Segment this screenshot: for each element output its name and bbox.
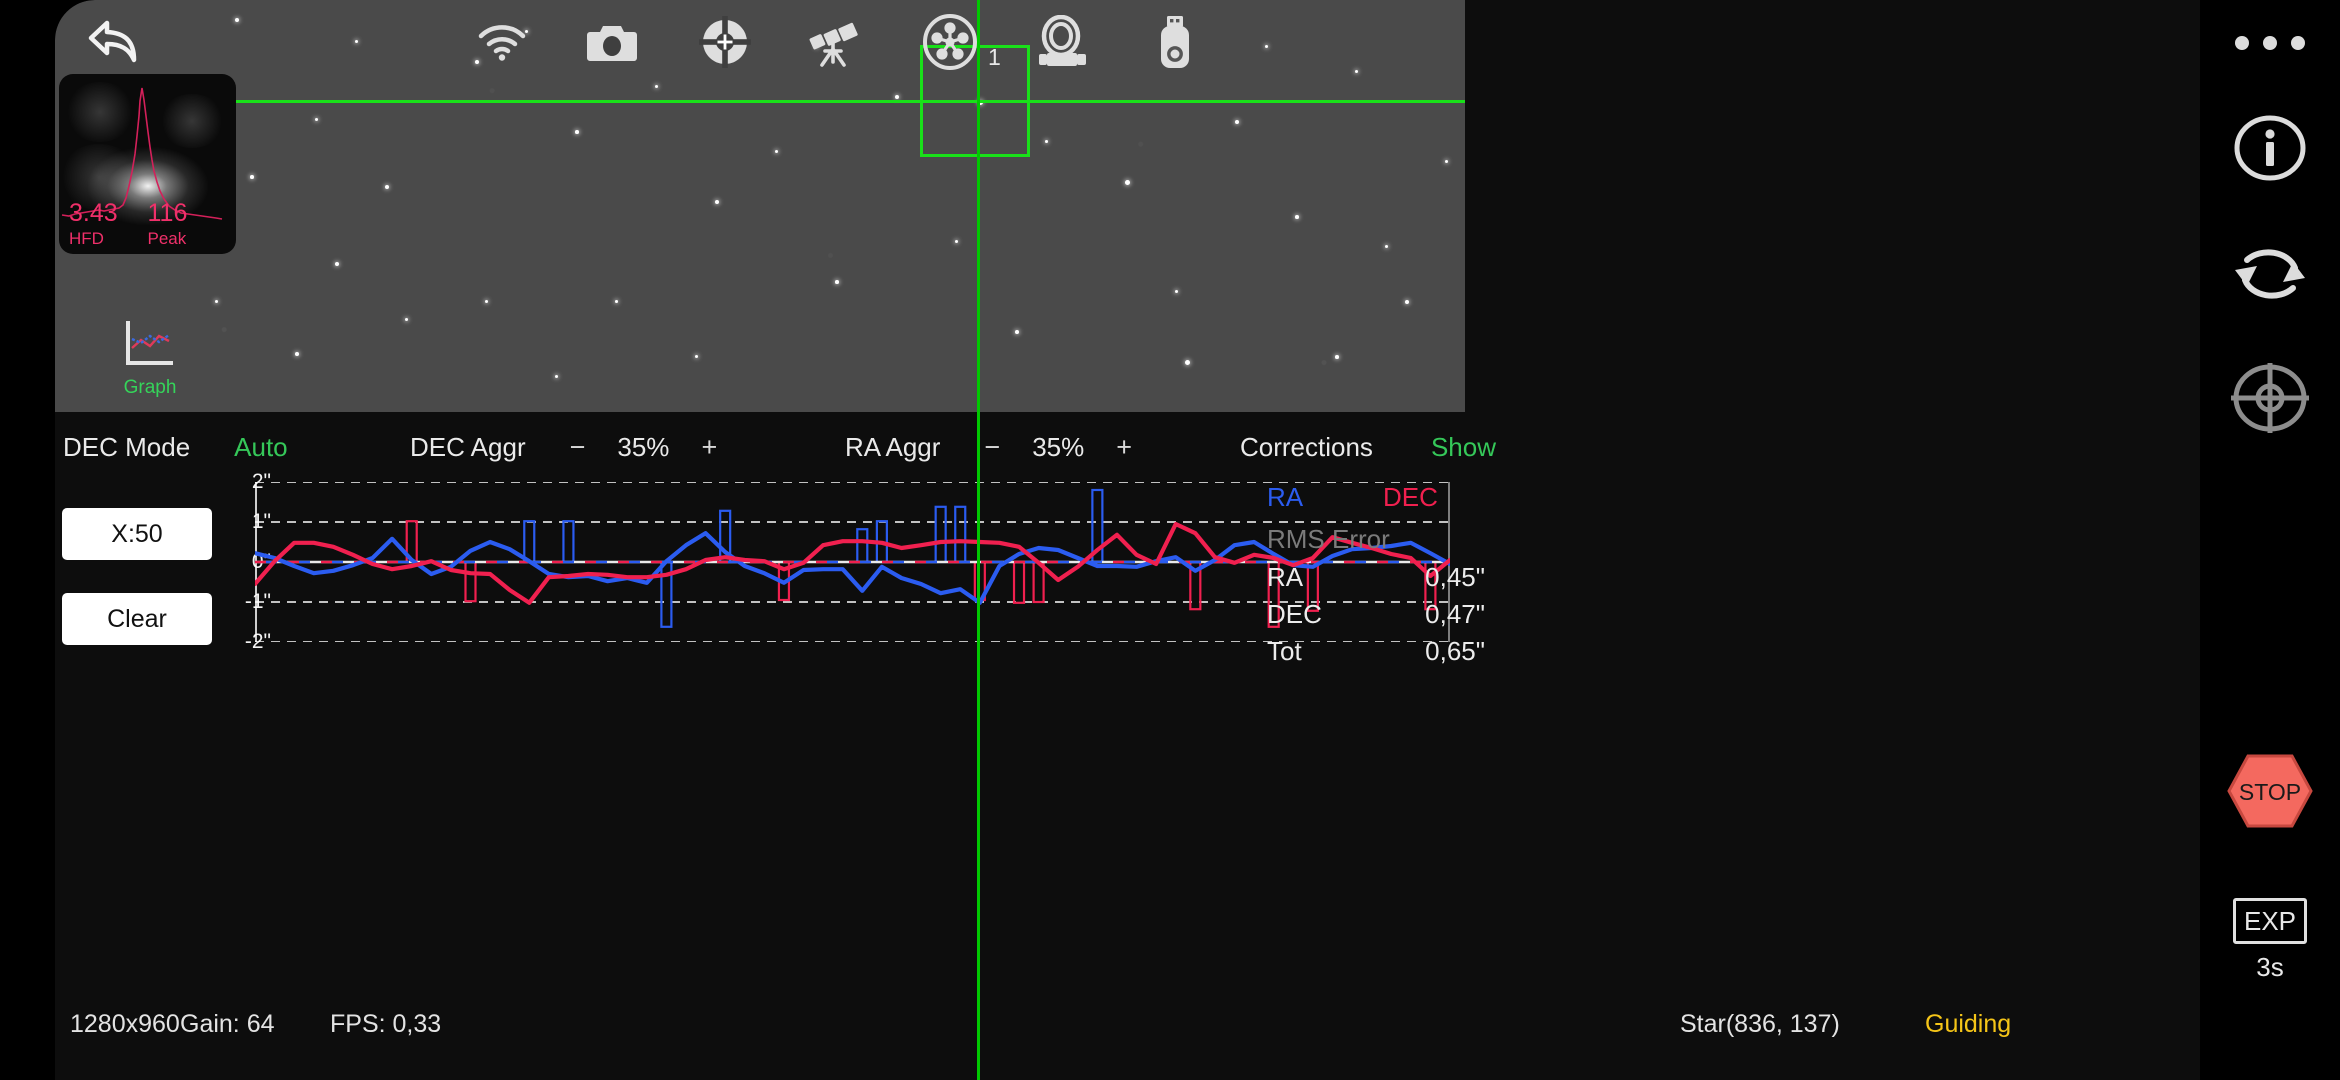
guide-camera-icon[interactable] [1030, 10, 1094, 74]
screen: 1 3.43 HFD 116 Peak Graph DEC Mode Auto … [0, 0, 2340, 1080]
hfd-stat: 3.43 HFD [69, 199, 148, 250]
status-guiding-state: Guiding [1925, 1010, 2012, 1038]
dec-aggr-plus-button[interactable]: + [701, 432, 717, 463]
side-rail: STOP EXP 3s [2200, 0, 2340, 1080]
refresh-loop-icon[interactable] [2200, 238, 2340, 310]
hfd-value: 3.43 [69, 199, 118, 227]
star [835, 280, 839, 284]
rms-row-dec-label: DEC [1267, 599, 1322, 629]
star [250, 175, 254, 179]
graph-toggle-button[interactable]: Graph [95, 318, 205, 399]
graph-toggle-label: Graph [123, 377, 177, 398]
star [215, 300, 218, 303]
star [1335, 355, 1339, 359]
svg-text:STOP: STOP [2239, 779, 2301, 805]
usb-drive-icon[interactable] [1143, 10, 1207, 74]
rms-row-tot: Tot 0,65" [1267, 636, 1485, 667]
filter-wheel-slot-number: 1 [988, 44, 1001, 70]
guiding-graph-section: X:50 Clear 2" 1" 0" -1" -2" RA DEC RMS Error… [55, 470, 2200, 1002]
x-scale-button[interactable]: X:50 [62, 508, 212, 560]
telescope-icon[interactable] [805, 10, 869, 74]
star [295, 352, 299, 356]
clear-button[interactable]: Clear [62, 593, 212, 645]
corrections-group: Corrections Show [1240, 412, 1496, 482]
correction-bar-ra [523, 520, 536, 564]
correction-bar-ra [562, 520, 575, 564]
rms-row-tot-label: Tot [1267, 636, 1302, 666]
star [315, 118, 318, 121]
app-window: 1 3.43 HFD 116 Peak Graph DEC Mode Auto … [55, 0, 2200, 1080]
rms-row-dec-value: 0,47" [1425, 599, 1485, 629]
guide-controls-row: DEC Mode Auto DEC Aggr − 35% + RA Aggr −… [55, 412, 2200, 482]
dec-mode-label: DEC Mode [63, 431, 191, 462]
star [485, 300, 488, 303]
rms-row-dec: DEC 0,47" [1267, 599, 1485, 630]
star [615, 300, 618, 303]
dec-aggr-group: DEC Aggr − 35% + [410, 412, 717, 482]
back-arrow-icon[interactable] [83, 10, 147, 74]
dec-aggr-minus-button[interactable]: − [570, 432, 586, 463]
peak-stat: 116 Peak [148, 199, 227, 250]
dec-aggr-label: DEC Aggr [410, 431, 526, 462]
hfd-label: HFD [69, 229, 104, 248]
dec-mode-value[interactable]: Auto [234, 432, 288, 463]
camera-icon[interactable] [580, 10, 644, 74]
peak-value: 116 [147, 199, 188, 227]
peak-label: Peak [147, 229, 187, 248]
corrections-show-button[interactable]: Show [1431, 432, 1496, 463]
crosshair-horizontal-line [235, 100, 1465, 103]
ra-aggr-minus-button[interactable]: − [984, 432, 1000, 463]
exposure-button[interactable]: EXP [2233, 898, 2307, 944]
rms-row-tot-value: 0,65" [1425, 636, 1485, 666]
ra-aggr-label: RA Aggr [845, 431, 941, 462]
rms-error-label: RMS Error [1267, 524, 1390, 554]
dec-aggr-value[interactable]: 35% [617, 432, 669, 463]
status-resolution: 1280x960 [70, 1010, 180, 1038]
crosshair-vertical-line [977, 0, 980, 1080]
corrections-label: Corrections [1240, 431, 1373, 462]
filter-wheel-icon[interactable] [918, 10, 982, 74]
status-bar: 1280x960 Gain: 64 FPS: 0,33 Star(836, 13… [55, 1010, 2200, 1080]
correction-bar-ra [856, 528, 869, 564]
rms-row-ra-label: RA [1267, 562, 1304, 592]
info-icon[interactable] [2200, 112, 2340, 184]
status-gain: Gain: 64 [180, 1010, 275, 1038]
correction-bar-ra [934, 505, 947, 564]
star [1015, 330, 1019, 334]
ra-aggr-plus-button[interactable]: + [1116, 432, 1132, 463]
star [575, 130, 579, 134]
star [1125, 180, 1130, 185]
status-star-coords: Star(836, 137) [1680, 1010, 1840, 1038]
more-options-icon[interactable] [2200, 18, 2340, 68]
star-profile-panel[interactable]: 3.43 HFD 116 Peak [59, 74, 236, 254]
star-profile-stats: 3.43 HFD 116 Peak [59, 199, 236, 250]
top-toolbar: 1 [55, 0, 1465, 85]
star [335, 262, 339, 266]
correction-bar-dec [464, 560, 477, 603]
crosshair-target-icon[interactable] [2200, 362, 2340, 434]
wifi-icon[interactable] [470, 10, 534, 74]
star [1295, 215, 1299, 219]
star [775, 150, 778, 153]
focuser-icon[interactable] [693, 10, 757, 74]
stop-button[interactable]: STOP [2226, 753, 2314, 829]
rms-row-ra-value: 0,45" [1425, 562, 1485, 592]
star [1045, 140, 1048, 143]
graph-icon [126, 321, 173, 365]
correction-bar-ra [954, 505, 967, 564]
exposure-value[interactable]: 3s [2200, 952, 2340, 983]
rms-row-ra: RA 0,45" [1267, 562, 1485, 593]
readout-dec-header: DEC [1383, 482, 1438, 512]
correction-bar-dec [1012, 560, 1026, 604]
ra-aggr-group: RA Aggr − 35% + [845, 412, 1132, 482]
ra-aggr-value[interactable]: 35% [1032, 432, 1084, 463]
star [715, 200, 719, 204]
status-fps: FPS: 0,33 [330, 1010, 442, 1038]
star [1235, 120, 1239, 124]
readout-ra-header: RA [1267, 482, 1304, 512]
